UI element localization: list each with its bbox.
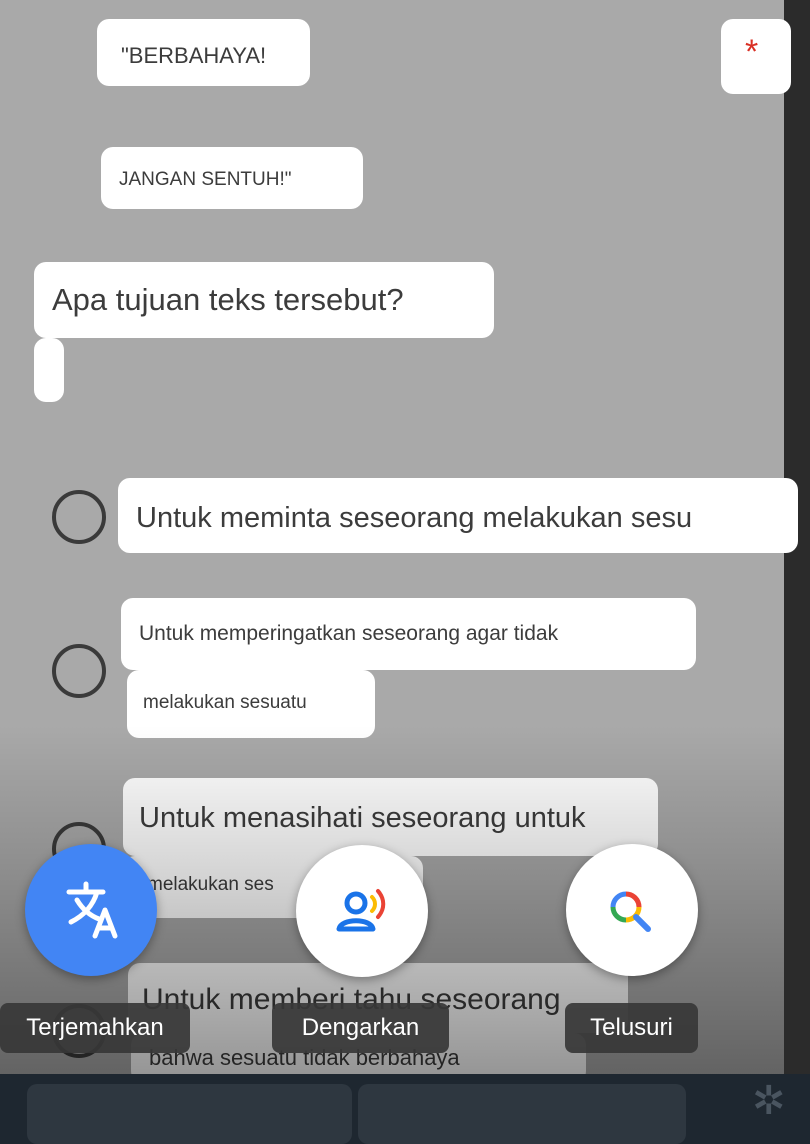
option-2-label-line-2[interactable]: melakukan sesuatu xyxy=(127,670,375,738)
question-text-line-1-label: "BERBAHAYA! xyxy=(121,43,267,68)
search-label-text: Telusuri xyxy=(590,1014,673,1041)
search-button[interactable] xyxy=(566,844,698,976)
listen-label[interactable]: Dengarkan xyxy=(272,1003,449,1053)
translate-label[interactable]: Terjemahkan xyxy=(0,1003,190,1053)
search-icon xyxy=(610,891,651,932)
bottom-tile-right[interactable] xyxy=(358,1084,686,1144)
question-title-label: Apa tujuan teks tersebut? xyxy=(52,282,404,317)
screen-edge xyxy=(784,0,810,1144)
translate-label-text: Terjemahkan xyxy=(26,1014,164,1041)
option-3-text-2: melakukan ses xyxy=(147,874,274,895)
option-1-label[interactable]: Untuk meminta seseorang melakukan sesu xyxy=(118,478,798,553)
bottom-tile-left[interactable] xyxy=(27,1084,352,1144)
option-3-text-1: Untuk menasihati seseorang untuk xyxy=(139,802,586,834)
option-1-text: Untuk meminta seseorang melakukan sesu xyxy=(136,502,693,534)
listen-icon xyxy=(336,889,386,932)
option-1-radio[interactable] xyxy=(52,490,106,544)
text-selection-fragment xyxy=(34,338,64,402)
option-2-label-line-1[interactable]: Untuk memperingatkan seseorang agar tida… xyxy=(121,598,696,670)
question-text-line-2-label: JANGAN SENTUH!" xyxy=(119,169,292,190)
gear-icon: ✲ xyxy=(752,1079,786,1123)
translate-button[interactable] xyxy=(25,844,157,976)
option-2-radio[interactable] xyxy=(52,644,106,698)
listen-button[interactable] xyxy=(296,845,428,977)
option-2-text-2: melakukan sesuatu xyxy=(143,692,307,713)
search-label[interactable]: Telusuri xyxy=(565,1003,698,1053)
translate-icon xyxy=(66,881,118,939)
question-title: Apa tujuan teks tersebut? xyxy=(34,262,494,338)
required-star: * xyxy=(745,33,759,71)
question-text-line-2: JANGAN SENTUH!" xyxy=(101,147,363,209)
listen-label-text: Dengarkan xyxy=(301,1014,420,1041)
required-marker: * xyxy=(721,19,791,94)
option-2-text-1: Untuk memperingatkan seseorang agar tida… xyxy=(139,622,559,645)
question-text-line-1: "BERBAHAYA! xyxy=(97,19,310,86)
